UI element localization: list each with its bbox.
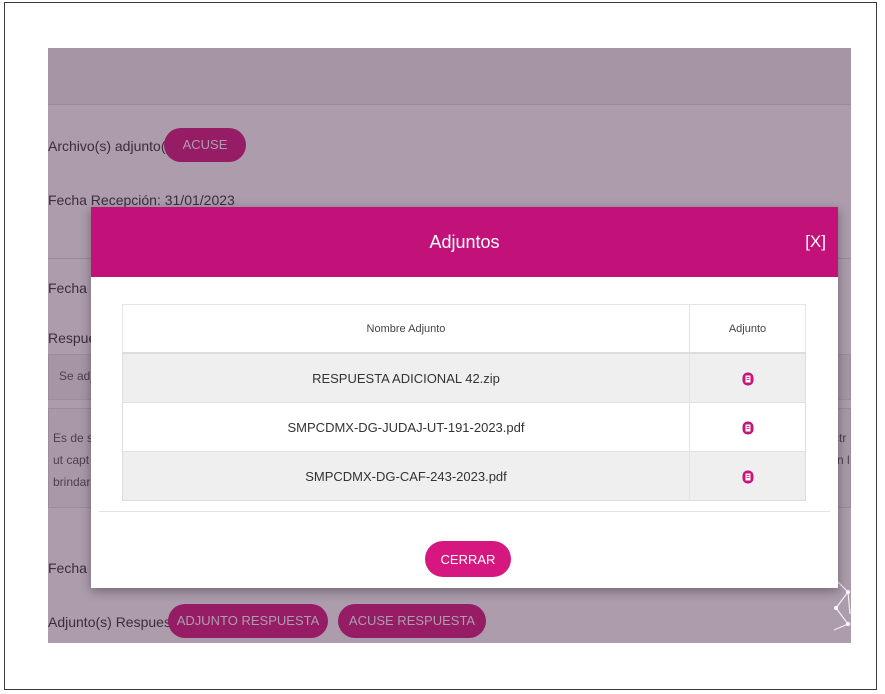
attachments-table: Nombre Adjunto Adjunto RESPUESTA ADICION… <box>122 304 806 501</box>
modal-title: Adjuntos <box>429 232 500 252</box>
attachment-cell <box>689 402 806 452</box>
table-header-row: Nombre Adjunto Adjunto <box>122 304 806 354</box>
attachment-cell <box>689 451 806 501</box>
table-row: SMPCDMX-DG-JUDAJ-UT-191-2023.pdf <box>122 402 806 452</box>
cerrar-button[interactable]: CERRAR <box>425 541 511 577</box>
modal-header: Adjuntos [X] <box>91 207 838 277</box>
attachments-modal: Adjuntos [X] Nombre Adjunto Adjunto RESP… <box>91 207 838 588</box>
attachment-name: SMPCDMX-DG-JUDAJ-UT-191-2023.pdf <box>122 402 690 452</box>
document-icon[interactable] <box>742 470 754 484</box>
attachment-name: SMPCDMX-DG-CAF-243-2023.pdf <box>122 451 690 501</box>
table-row: SMPCDMX-DG-CAF-243-2023.pdf <box>122 451 806 501</box>
attachment-name: RESPUESTA ADICIONAL 42.zip <box>122 352 690 403</box>
modal-close-button[interactable]: [X] <box>805 207 826 277</box>
column-header-name: Nombre Adjunto <box>122 304 690 354</box>
document-icon[interactable] <box>742 372 754 386</box>
table-row: RESPUESTA ADICIONAL 42.zip <box>122 352 806 403</box>
column-header-file: Adjunto <box>689 304 806 354</box>
modal-footer-divider <box>99 511 830 512</box>
attachment-cell <box>689 352 806 403</box>
document-icon[interactable] <box>742 421 754 435</box>
